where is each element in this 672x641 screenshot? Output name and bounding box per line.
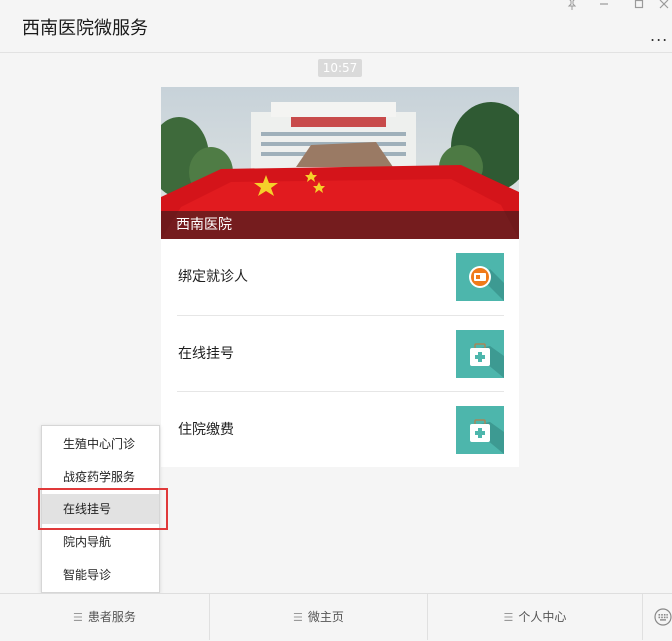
message-timestamp: 10:57: [318, 59, 362, 77]
submenu-item-hospital-navigation[interactable]: 院内导航: [42, 527, 159, 557]
card-item-label: 住院缴费: [178, 422, 234, 438]
menu-lines-icon: ☰: [73, 611, 83, 624]
menu-lines-icon: ☰: [293, 611, 303, 624]
maximize-icon[interactable]: [632, 0, 646, 12]
window-title: 西南医院微服务: [22, 18, 148, 39]
submenu-item-online-registration[interactable]: 在线挂号: [42, 494, 159, 524]
banner-image[interactable]: 西南医院: [161, 87, 519, 239]
tab-patient-services[interactable]: ☰ 患者服务: [0, 594, 209, 640]
submenu-popup: 生殖中心门诊 战疫药学服务 在线挂号 院内导航 智能导诊: [41, 425, 160, 593]
tab-label: 个人中心: [518, 610, 567, 624]
medical-bag-icon: [456, 406, 504, 454]
title-bar: 西南医院微服务 ...: [0, 0, 672, 53]
keyboard-icon[interactable]: [654, 608, 672, 626]
banner-caption: 西南医院: [161, 211, 519, 239]
tab-micro-homepage[interactable]: ☰ 微主页: [210, 594, 427, 640]
pin-icon[interactable]: [565, 0, 579, 12]
card-item-online-registration[interactable]: 在线挂号: [177, 316, 504, 390]
tab-divider: [642, 594, 643, 640]
card-item-bind-patient[interactable]: 绑定就诊人: [177, 239, 504, 313]
more-options-button[interactable]: ...: [650, 26, 668, 45]
tab-label: 患者服务: [87, 610, 136, 624]
medical-bag-icon: [456, 330, 504, 378]
close-icon[interactable]: [657, 0, 671, 12]
submenu-item-reproductive-center[interactable]: 生殖中心门诊: [42, 429, 159, 459]
tab-personal-center[interactable]: ☰ 个人中心: [428, 594, 642, 640]
menu-lines-icon: ☰: [503, 611, 514, 624]
bottom-menu: ☰ 患者服务 ☰ 微主页 ☰ 个人中心: [0, 593, 672, 640]
card-item-label: 绑定就诊人: [178, 269, 248, 285]
tab-label: 微主页: [307, 610, 344, 624]
submenu-item-smart-triage[interactable]: 智能导诊: [42, 560, 159, 590]
card-item-label: 在线挂号: [178, 346, 234, 362]
id-card-icon: [456, 253, 504, 301]
article-card[interactable]: 西南医院 绑定就诊人 在线挂号 住院缴费: [161, 87, 519, 467]
minimize-icon[interactable]: [597, 0, 611, 12]
card-item-inpatient-payment[interactable]: 住院缴费: [177, 392, 504, 466]
submenu-item-pharmacy-service[interactable]: 战疫药学服务: [42, 462, 159, 492]
